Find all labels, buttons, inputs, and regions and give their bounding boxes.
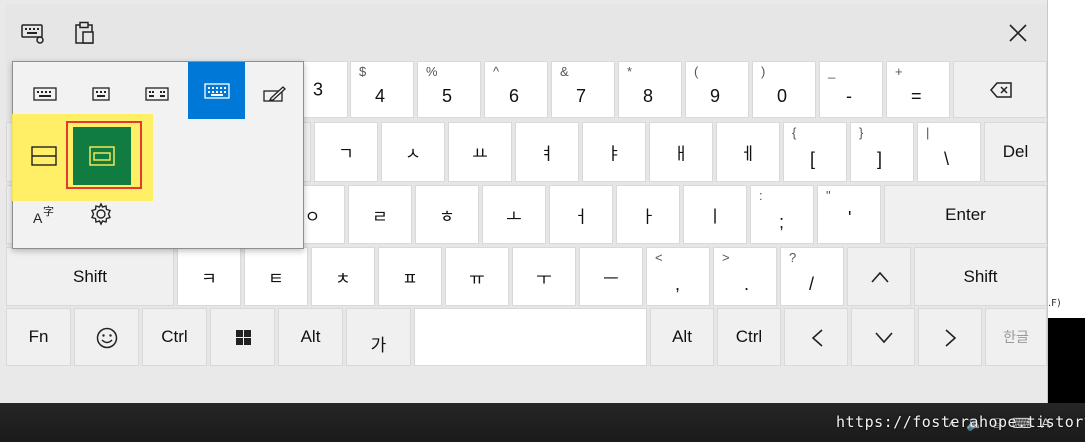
- chevron-right-icon: [945, 329, 957, 347]
- handwriting-option[interactable]: [249, 68, 301, 120]
- key-o[interactable]: ㅗ: [482, 185, 546, 244]
- key-ya[interactable]: ㅑ: [582, 122, 646, 182]
- windows-key[interactable]: [210, 308, 275, 366]
- key-minus[interactable]: _ -: [819, 61, 883, 118]
- key-quote[interactable]: " ': [817, 185, 881, 244]
- clipboard-button[interactable]: [67, 16, 101, 50]
- small-layout-icon: [92, 87, 110, 101]
- enter-key[interactable]: Enter: [884, 185, 1047, 244]
- key-equals[interactable]: + =: [886, 61, 950, 118]
- touch-keyboard: 3 $4 % 5 ^ 6 & 7 * 8 (9 ) 0 _ - + = ㄱ ㅅ ㅛ ㅕ ㅑ ㅐ…: [6, 4, 1047, 366]
- split-layout-icon: [145, 87, 169, 101]
- key-giyeok[interactable]: ㄱ: [314, 122, 378, 182]
- language-icon: A字: [33, 204, 54, 225]
- key-close-bracket[interactable]: }]: [850, 122, 914, 182]
- fn-key[interactable]: Fn: [6, 308, 71, 366]
- keyboard-settings-button[interactable]: [16, 16, 50, 50]
- full-keyboard-option[interactable]: [188, 62, 245, 119]
- keyboard-settings-icon: [21, 24, 44, 44]
- watermark: https://fosterahope.tistory.com: [836, 413, 1085, 431]
- clipped-text: .F): [1048, 298, 1061, 309]
- key-u[interactable]: ㅜ: [512, 247, 576, 306]
- small-layout-option[interactable]: [75, 68, 127, 120]
- gear-icon: [91, 202, 111, 226]
- key-yo[interactable]: ㅛ: [448, 122, 512, 182]
- key-6[interactable]: ^ 6: [484, 61, 548, 118]
- hangul-key[interactable]: 한글: [985, 308, 1047, 366]
- key-rieul[interactable]: ㄹ: [348, 185, 412, 244]
- key-yu[interactable]: ㅠ: [445, 247, 509, 306]
- key-comma[interactable]: <,: [646, 247, 710, 306]
- default-layout-icon: [33, 87, 57, 101]
- windows-logo-icon: [236, 330, 251, 345]
- full-keyboard-icon: [203, 82, 230, 99]
- docked-icon: [31, 146, 57, 166]
- close-button[interactable]: [1001, 16, 1035, 50]
- del-key[interactable]: Del: [984, 122, 1047, 182]
- chevron-down-icon: [875, 332, 893, 344]
- key-e[interactable]: ㅔ: [716, 122, 780, 182]
- key-yeo[interactable]: ㅕ: [515, 122, 579, 182]
- left-alt-key[interactable]: Alt: [278, 308, 343, 366]
- key-period[interactable]: >.: [713, 247, 777, 306]
- right-arrow-key[interactable]: [918, 308, 982, 366]
- key-semicolon[interactable]: :;: [750, 185, 814, 244]
- key-hieut[interactable]: ㅎ: [415, 185, 479, 244]
- key-4[interactable]: $4: [350, 61, 414, 118]
- split-layout-option[interactable]: [131, 68, 183, 120]
- key-ae[interactable]: ㅐ: [649, 122, 713, 182]
- chevron-left-icon: [811, 329, 823, 347]
- key-5[interactable]: % 5: [417, 61, 481, 118]
- right-ctrl-key[interactable]: Ctrl: [717, 308, 781, 366]
- emoji-key[interactable]: [74, 308, 139, 366]
- space-bar[interactable]: [414, 308, 647, 366]
- key-i[interactable]: ㅣ: [683, 185, 747, 244]
- chevron-up-icon: [871, 271, 889, 283]
- keyboard-toolbar: [6, 4, 1047, 61]
- left-shift-key[interactable]: Shift: [6, 247, 174, 306]
- key-siot[interactable]: ㅅ: [381, 122, 445, 182]
- svg-text:字: 字: [43, 204, 54, 218]
- key-7[interactable]: & 7: [551, 61, 615, 118]
- smiley-icon: [96, 327, 118, 349]
- default-layout-option[interactable]: [19, 68, 71, 120]
- key-a[interactable]: ㅏ: [616, 185, 680, 244]
- key-eu[interactable]: ㅡ: [579, 247, 643, 306]
- key-tieut[interactable]: ㅌ: [244, 247, 308, 306]
- key-pieup[interactable]: ㅍ: [378, 247, 442, 306]
- up-arrow-key[interactable]: [847, 247, 911, 306]
- key-8[interactable]: * 8: [618, 61, 682, 118]
- svg-text:A: A: [33, 210, 43, 225]
- left-ctrl-key[interactable]: Ctrl: [142, 308, 207, 366]
- key-chieut[interactable]: ㅊ: [311, 247, 375, 306]
- backspace-key[interactable]: [953, 61, 1047, 118]
- close-icon: [1009, 24, 1027, 42]
- left-arrow-key[interactable]: [784, 308, 848, 366]
- background-window: .F): [1047, 0, 1085, 442]
- right-shift-key[interactable]: Shift: [914, 247, 1047, 306]
- down-arrow-key[interactable]: [851, 308, 915, 366]
- key-slash[interactable]: ? /: [780, 247, 844, 306]
- key-kieuk[interactable]: ㅋ: [177, 247, 241, 306]
- handwriting-icon: [263, 86, 286, 102]
- backspace-icon: [990, 82, 1012, 98]
- key-backslash[interactable]: | \: [917, 122, 981, 182]
- right-alt-key[interactable]: Alt: [650, 308, 714, 366]
- docked-option[interactable]: [18, 127, 70, 185]
- clipboard-icon: [75, 21, 94, 44]
- key-open-bracket[interactable]: {[: [783, 122, 847, 182]
- annotation-red-box: [66, 121, 142, 189]
- hanja-key[interactable]: 가: [346, 308, 411, 366]
- key-eo[interactable]: ㅓ: [549, 185, 613, 244]
- key-9[interactable]: (9: [685, 61, 749, 118]
- key-0[interactable]: ) 0: [752, 61, 816, 118]
